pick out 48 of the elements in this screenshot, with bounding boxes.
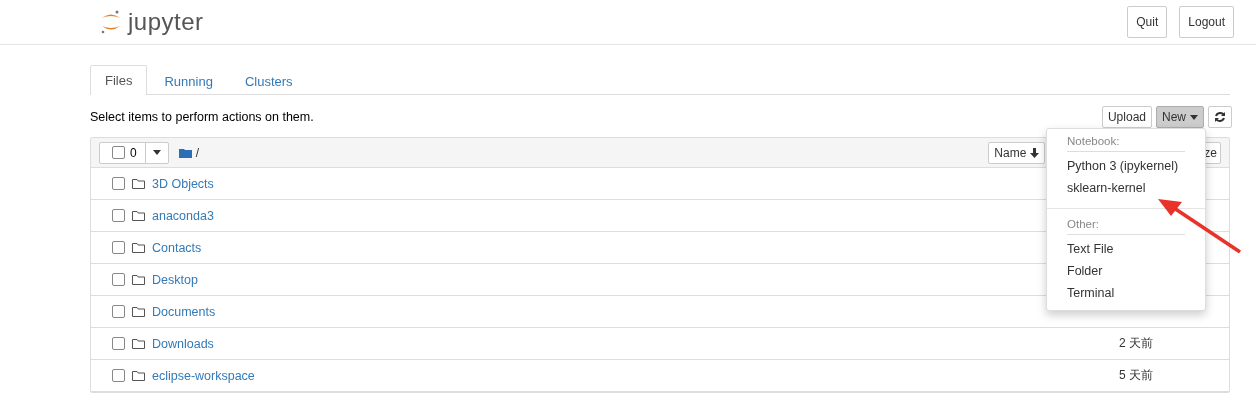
folder-icon [178,147,192,158]
refresh-button[interactable] [1208,106,1232,128]
folder-link[interactable]: Documents [152,304,216,319]
modified-time: 5 天前 [1119,367,1154,384]
folder-icon [132,338,145,349]
folder-icon [132,306,145,317]
menu-item[interactable]: Python 3 (ipykernel) [1047,155,1205,177]
row-checkbox[interactable] [112,209,125,222]
header-button[interactable]: Logout [1179,6,1234,38]
menu-header: Other: [1067,215,1185,235]
sort-arrow-icon [1030,147,1040,158]
upload-button[interactable]: Upload [1101,106,1152,128]
modified-time: 2 天前 [1119,335,1154,352]
row-checkbox[interactable] [112,369,125,382]
folder-icon [132,242,145,253]
hint-text: Select items to perform actions on them. [90,110,314,124]
menu-item[interactable]: Terminal [1047,282,1205,304]
header-button[interactable]: Quit [1127,6,1168,38]
folder-icon [132,274,145,285]
row-checkbox[interactable] [112,337,125,350]
menu-item[interactable]: Folder [1047,260,1205,282]
folder-link[interactable]: eclipse-workspace [152,368,255,383]
refresh-icon [1214,111,1226,123]
menu-item[interactable]: sklearn-kernel [1047,177,1205,199]
logo-text[interactable]: jupyter [128,8,204,36]
tab[interactable]: Clusters [229,66,308,95]
folder-icon [132,178,145,189]
row-checkbox[interactable] [112,273,125,286]
folder-link[interactable]: Contacts [152,240,202,255]
tab[interactable]: Files [90,65,148,95]
row-checkbox[interactable] [112,177,125,190]
folder-icon [132,370,145,381]
select-all-dropdown[interactable]: 0 [99,141,169,164]
row-checkbox[interactable] [112,305,125,318]
menu-header: Notebook: [1067,132,1185,152]
caret-icon [152,150,161,155]
folder-link[interactable]: Desktop [152,272,198,287]
folder-link[interactable]: 3D Objects [152,176,214,191]
folder-link[interactable]: Downloads [152,336,214,351]
menu-item[interactable]: Text File [1047,238,1205,260]
tab[interactable]: Running [149,66,228,95]
folder-icon [132,210,145,221]
row-checkbox[interactable] [112,241,125,254]
folder-link[interactable]: anaconda3 [152,208,214,223]
sort-button[interactable]: Name [988,141,1046,164]
breadcrumb-link[interactable]: / [195,145,200,160]
caret-icon [1190,114,1198,120]
new-button[interactable]: New [1156,106,1204,128]
